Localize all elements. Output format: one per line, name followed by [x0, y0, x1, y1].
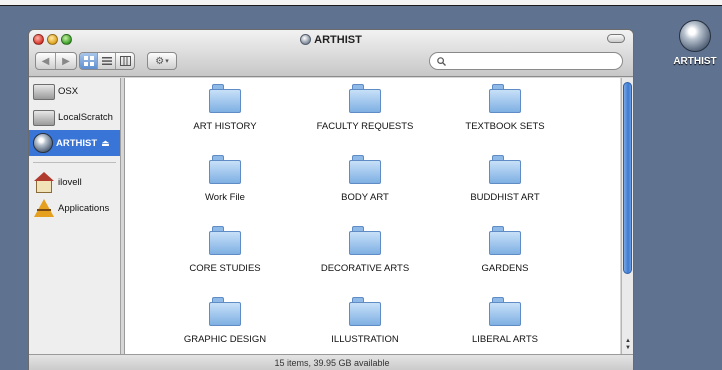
sidebar-item-label: Applications: [58, 202, 110, 214]
sidebar: OSX LocalScratch ARTHIST ⏏ ilovell Appli…: [29, 78, 121, 354]
folder-name: BUDDHIST ART: [470, 192, 540, 203]
folder-icon: [489, 297, 521, 327]
network-disk-icon: [300, 34, 312, 45]
toolbar-toggle-button[interactable]: [607, 34, 625, 43]
folder-grid: ART HISTORY FACULTY REQUESTS TEXTBOOK SE…: [125, 81, 621, 365]
folder-icon: [349, 226, 381, 256]
sidebar-item-label: ARTHIST: [56, 137, 98, 149]
forward-button[interactable]: ▶: [56, 53, 76, 69]
desktop-disk-label: ARTHIST: [673, 56, 717, 67]
column-view-icon: [119, 56, 131, 66]
gear-icon: ⚙: [155, 55, 165, 67]
finder-window: ARTHIST ◀ ▶ ⚙ ▾ OSX LocalScratch ARTHIST…: [28, 29, 634, 370]
folder-icon: [209, 155, 241, 185]
folder-icon: [489, 84, 521, 114]
folder-icon: [349, 297, 381, 327]
folder-name: Work File: [205, 192, 245, 203]
view-buttons: [79, 52, 135, 70]
folder-name: ILLUSTRATION: [331, 334, 399, 345]
sidebar-item-label: OSX: [58, 85, 79, 97]
vertical-scrollbar[interactable]: ▲ ▼: [621, 78, 633, 354]
list-view-button[interactable]: [98, 53, 116, 69]
folder-item[interactable]: Work File: [155, 152, 295, 223]
sidebar-item-arthist[interactable]: ARTHIST ⏏: [29, 130, 120, 156]
folder-name: FACULTY REQUESTS: [316, 121, 414, 132]
sidebar-item-label: LocalScratch: [58, 111, 113, 123]
folder-item[interactable]: CORE STUDIES: [155, 223, 295, 294]
file-browser: ART HISTORY FACULTY REQUESTS TEXTBOOK SE…: [124, 78, 620, 354]
folder-icon: [489, 155, 521, 185]
folder-name: ART HISTORY: [193, 121, 257, 132]
desktop-arthist-disk[interactable]: ARTHIST: [671, 20, 719, 67]
title-bar[interactable]: ARTHIST ◀ ▶ ⚙ ▾: [29, 30, 633, 77]
search-field[interactable]: [429, 52, 623, 70]
action-menu: ⚙ ▾: [147, 52, 177, 70]
folder-icon: [209, 84, 241, 114]
network-disk-icon: [33, 133, 53, 153]
sidebar-item-osx[interactable]: OSX: [29, 78, 120, 104]
folder-item[interactable]: BUDDHIST ART: [435, 152, 575, 223]
folder-name: LIBERAL ARTS: [471, 334, 538, 345]
window-title: ARTHIST: [29, 34, 633, 46]
folder-name: BODY ART: [341, 192, 389, 203]
folder-icon: [209, 297, 241, 327]
sidebar-divider: [33, 162, 116, 163]
sidebar-item-localscratch[interactable]: LocalScratch: [29, 104, 120, 130]
scroll-thumb[interactable]: [623, 82, 632, 274]
column-view-button[interactable]: [116, 53, 134, 69]
search-input[interactable]: [450, 54, 610, 68]
folder-item[interactable]: TEXTBOOK SETS: [435, 81, 575, 152]
nav-buttons: ◀ ▶: [35, 52, 77, 70]
sidebar-item-home[interactable]: ilovell: [29, 169, 120, 195]
window-title-text: ARTHIST: [314, 34, 362, 46]
folder-item[interactable]: FACULTY REQUESTS: [295, 81, 435, 152]
home-icon: [33, 172, 55, 193]
action-button[interactable]: ⚙ ▾: [148, 53, 176, 69]
scroll-arrows[interactable]: ▲ ▼: [623, 338, 633, 352]
folder-item[interactable]: BODY ART: [295, 152, 435, 223]
chevron-down-icon: ▾: [165, 58, 169, 65]
eject-icon[interactable]: ⏏: [101, 138, 110, 149]
network-disk-icon: [679, 20, 711, 52]
hard-drive-icon: [33, 84, 55, 100]
folder-icon: [349, 84, 381, 114]
folder-name: TEXTBOOK SETS: [465, 121, 545, 132]
folder-item[interactable]: GARDENS: [435, 223, 575, 294]
folder-name: GRAPHIC DESIGN: [183, 334, 267, 345]
icon-view-button[interactable]: [80, 53, 98, 69]
applications-icon: [33, 198, 55, 218]
hard-drive-icon: [33, 110, 55, 126]
folder-item[interactable]: ART HISTORY: [155, 81, 295, 152]
folder-name: CORE STUDIES: [189, 263, 261, 274]
folder-name: GARDENS: [481, 263, 529, 274]
folder-icon: [349, 155, 381, 185]
list-view-icon: [101, 57, 112, 65]
search-icon: [437, 56, 446, 66]
folder-name: DECORATIVE ARTS: [320, 263, 410, 274]
menu-bar-strip: [0, 0, 722, 6]
icon-view-icon: [83, 56, 94, 66]
status-bar: 15 items, 39.95 GB available: [29, 354, 633, 370]
sidebar-item-label: ilovell: [58, 176, 82, 188]
sidebar-item-applications[interactable]: Applications: [29, 195, 120, 221]
folder-icon: [489, 226, 521, 256]
folder-icon: [209, 226, 241, 256]
folder-item[interactable]: DECORATIVE ARTS: [295, 223, 435, 294]
back-button[interactable]: ◀: [36, 53, 56, 69]
